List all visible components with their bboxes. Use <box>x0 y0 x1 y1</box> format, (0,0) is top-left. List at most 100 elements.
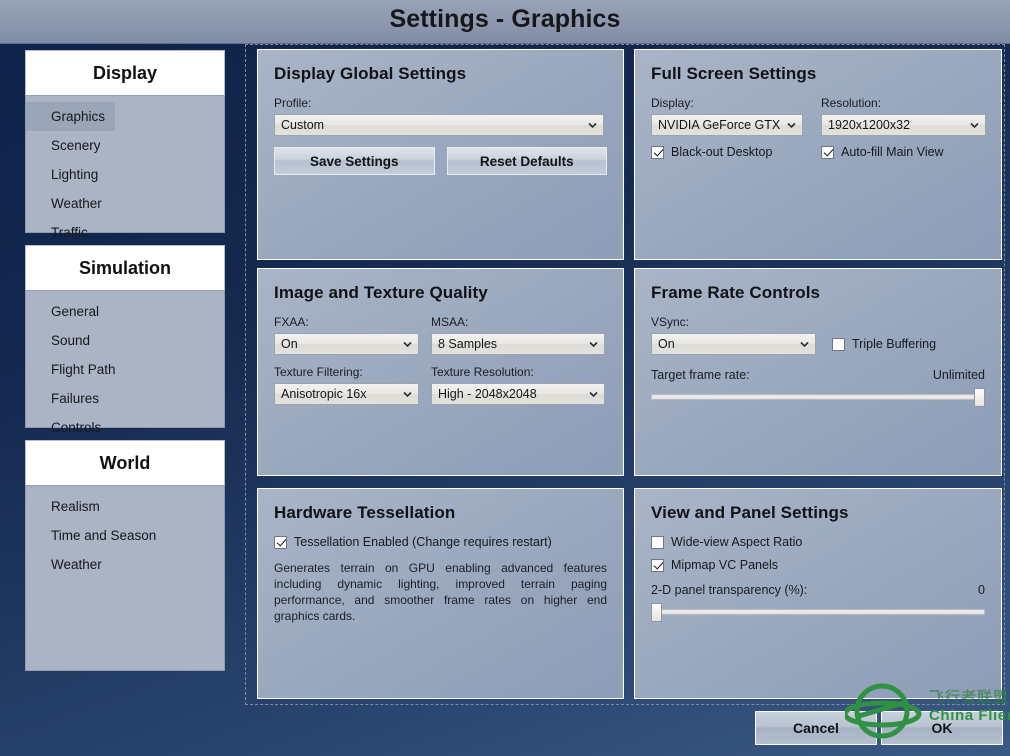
settings-sidebar: Display Graphics Scenery Lighting Weathe… <box>25 50 225 697</box>
chevron-down-icon <box>403 340 412 349</box>
msaa-combobox-value: 8 Samples <box>438 337 498 351</box>
resolution-combobox[interactable]: 1920x1200x32 <box>821 114 986 136</box>
sidebar-item-world-weather[interactable]: Weather <box>26 550 112 579</box>
sidebar-list-display: Graphics Scenery Lighting Weather Traffi… <box>25 96 225 240</box>
tessellation-enabled-label: Tessellation Enabled (Change requires re… <box>294 535 552 549</box>
label-vsync: VSync: <box>651 315 690 329</box>
panel-title-hardware-tessellation: Hardware Tessellation <box>274 503 456 522</box>
texture-resolution-combobox[interactable]: High - 2048x2048 <box>431 383 605 405</box>
profile-combobox[interactable]: Custom <box>274 114 604 136</box>
sidebar-group-display: Display Graphics Scenery Lighting Weathe… <box>25 50 225 240</box>
display-combobox[interactable]: NVIDIA GeForce GTX <box>651 114 803 136</box>
display-combobox-value: NVIDIA GeForce GTX <box>658 118 781 132</box>
sidebar-list-world: Realism Time and Season Weather <box>25 486 225 671</box>
texture-resolution-combobox-value: High - 2048x2048 <box>438 387 537 401</box>
chevron-down-icon <box>588 121 597 130</box>
wideview-aspect-ratio-checkbox-row[interactable]: Wide-view Aspect Ratio <box>651 535 985 549</box>
sidebar-item-graphics[interactable]: Graphics <box>26 102 116 131</box>
triple-buffering-checkbox-row[interactable]: Triple Buffering <box>832 337 936 351</box>
target-frame-rate-slider-track[interactable] <box>651 394 985 400</box>
sidebar-group-simulation: Simulation General Sound Flight Path Fai… <box>25 245 225 435</box>
vsync-combobox-value: On <box>658 337 675 351</box>
label-display: Display: <box>651 96 694 110</box>
chevron-down-icon <box>970 121 979 130</box>
mipmap-vc-panels-label: Mipmap VC Panels <box>671 558 778 572</box>
chevron-down-icon <box>800 340 809 349</box>
autofill-main-view-label: Auto-fill Main View <box>841 145 944 159</box>
save-settings-button[interactable]: Save Settings <box>274 147 435 175</box>
panel-transparency-slider[interactable] <box>651 601 985 623</box>
panel-transparency-slider-thumb[interactable] <box>651 603 662 622</box>
triple-buffering-label: Triple Buffering <box>852 337 937 351</box>
panel-display-global-settings: Display Global Settings Profile: Custom … <box>257 49 624 260</box>
sidebar-group-world: World Realism Time and Season Weather <box>25 440 225 671</box>
texture-filtering-combobox[interactable]: Anisotropic 16x <box>274 383 419 405</box>
label-texture-filtering: Texture Filtering: <box>274 365 363 379</box>
sidebar-item-realism[interactable]: Realism <box>26 492 110 521</box>
panel-title-display-global: Display Global Settings <box>274 64 467 83</box>
label-fxaa: FXAA: <box>274 315 309 329</box>
label-texture-resolution: Texture Resolution: <box>431 365 534 379</box>
wideview-aspect-ratio-label: Wide-view Aspect Ratio <box>671 535 803 549</box>
window-titlebar: Settings - Graphics <box>0 0 1010 44</box>
profile-combobox-value: Custom <box>281 118 325 132</box>
fxaa-combobox[interactable]: On <box>274 333 419 355</box>
label-resolution: Resolution: <box>821 96 882 110</box>
reset-defaults-button[interactable]: Reset Defaults <box>446 147 607 175</box>
autofill-main-view-checkbox-row[interactable]: Auto-fill Main View <box>821 145 986 159</box>
panel-full-screen-settings: Full Screen Settings Display: NVIDIA GeF… <box>634 49 1002 260</box>
sidebar-item-sound[interactable]: Sound <box>26 326 100 355</box>
sidebar-item-failures[interactable]: Failures <box>26 384 109 413</box>
sidebar-item-lighting[interactable]: Lighting <box>26 160 108 189</box>
autofill-main-view-checkbox[interactable] <box>821 145 834 159</box>
sidebar-item-weather[interactable]: Weather <box>26 189 112 218</box>
panel-image-texture-quality: Image and Texture Quality FXAA: On MSAA:… <box>257 268 624 476</box>
panel-frame-rate-controls: Frame Rate Controls VSync: On Triple Buf… <box>634 268 1002 476</box>
fxaa-combobox-value: On <box>281 337 298 351</box>
panel-title-frame-rate: Frame Rate Controls <box>651 283 821 302</box>
tessellation-enabled-checkbox[interactable] <box>274 535 287 549</box>
target-frame-rate-slider[interactable] <box>651 386 985 408</box>
panel-title-image-texture: Image and Texture Quality <box>274 283 488 302</box>
cancel-button[interactable]: Cancel <box>755 711 877 745</box>
settings-panel-grid: Display Global Settings Profile: Custom … <box>257 49 1002 699</box>
target-frame-rate-slider-thumb[interactable] <box>974 388 985 407</box>
sidebar-header-display: Display <box>25 50 225 96</box>
ok-button[interactable]: OK <box>881 711 1003 745</box>
mipmap-vc-panels-checkbox[interactable] <box>651 558 664 572</box>
triple-buffering-checkbox[interactable] <box>832 337 845 351</box>
sidebar-header-simulation: Simulation <box>25 245 225 291</box>
label-msaa: MSAA: <box>431 315 469 329</box>
page-title: Settings - Graphics <box>389 5 621 33</box>
blackout-desktop-label: Black-out Desktop <box>671 145 773 159</box>
texture-filtering-combobox-value: Anisotropic 16x <box>281 387 367 401</box>
blackout-desktop-checkbox[interactable] <box>651 145 664 159</box>
sidebar-item-scenery[interactable]: Scenery <box>26 131 111 160</box>
sidebar-list-simulation: General Sound Flight Path Failures Contr… <box>25 291 225 435</box>
mipmap-vc-panels-checkbox-row[interactable]: Mipmap VC Panels <box>651 558 985 572</box>
panel-hardware-tessellation: Hardware Tessellation Tessellation Enabl… <box>257 488 624 699</box>
label-profile: Profile: <box>274 96 312 110</box>
chevron-down-icon <box>787 121 796 130</box>
blackout-desktop-checkbox-row[interactable]: Black-out Desktop <box>651 145 803 159</box>
chevron-down-icon <box>589 390 598 399</box>
label-2d-panel-transparency: 2-D panel transparency (%): <box>651 583 808 597</box>
chevron-down-icon <box>403 390 412 399</box>
tessellation-description: Generates terrain on GPU enabling advanc… <box>274 561 607 623</box>
tessellation-enabled-checkbox-row[interactable]: Tessellation Enabled (Change requires re… <box>274 535 607 549</box>
sidebar-item-flight-path[interactable]: Flight Path <box>26 355 126 384</box>
vsync-combobox[interactable]: On <box>651 333 816 355</box>
label-target-frame-rate: Target frame rate: <box>651 368 750 382</box>
panel-title-full-screen: Full Screen Settings <box>651 64 817 83</box>
sidebar-header-world: World <box>25 440 225 486</box>
panel-view-and-panel-settings: View and Panel Settings Wide-view Aspect… <box>634 488 1002 699</box>
sidebar-item-time-and-season[interactable]: Time and Season <box>26 521 166 550</box>
resolution-combobox-value: 1920x1200x32 <box>828 118 911 132</box>
panel-title-view-panel: View and Panel Settings <box>651 503 849 522</box>
msaa-combobox[interactable]: 8 Samples <box>431 333 605 355</box>
chevron-down-icon <box>589 340 598 349</box>
value-2d-panel-transparency: 0 <box>978 583 985 597</box>
panel-transparency-slider-track[interactable] <box>651 609 985 615</box>
wideview-aspect-ratio-checkbox[interactable] <box>651 535 664 549</box>
sidebar-item-general[interactable]: General <box>26 297 109 326</box>
